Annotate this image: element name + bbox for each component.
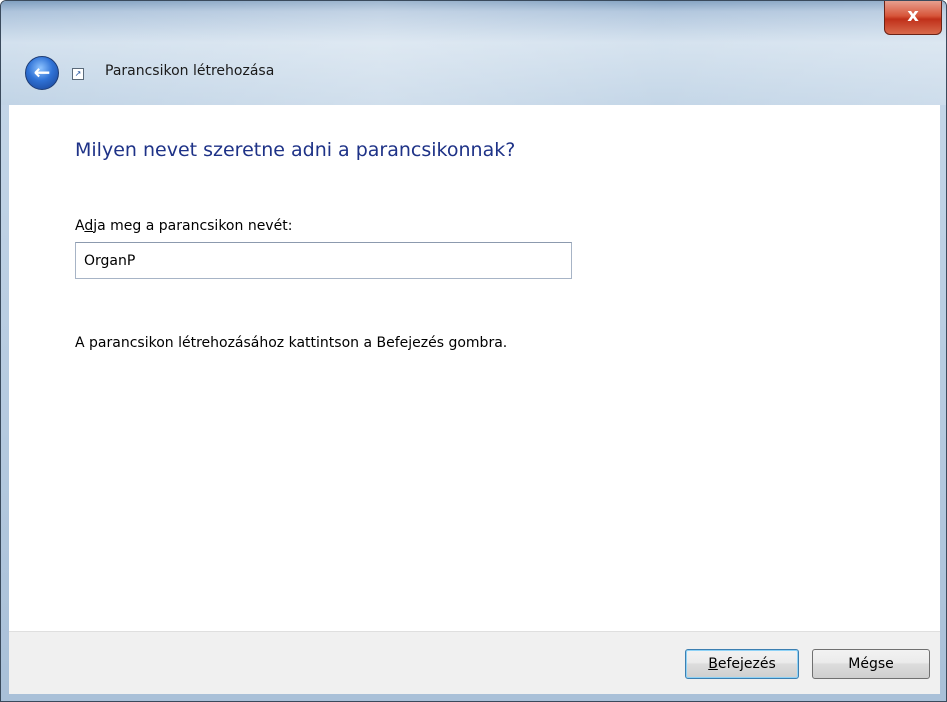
back-button[interactable]: ←	[25, 56, 59, 90]
wizard-window: x ← ↗ Parancsikon létrehozása Milyen nev…	[0, 0, 947, 702]
back-arrow-icon: ←	[33, 60, 51, 84]
wizard-title: Parancsikon létrehozása	[105, 63, 275, 79]
close-icon: x	[907, 5, 919, 26]
wizard-content: Milyen nevet szeretne adni a parancsikon…	[9, 105, 940, 631]
finish-button[interactable]: Befejezés	[685, 649, 799, 679]
shortcut-name-label: Adja meg a parancsikon nevét:	[75, 218, 293, 234]
button-bar: Befejezés Mégse	[9, 631, 940, 694]
shortcut-name-input[interactable]	[75, 242, 572, 279]
title-bar: x ← ↗ Parancsikon létrehozása	[1, 1, 946, 105]
page-heading: Milyen nevet szeretne adni a parancsikon…	[75, 139, 516, 161]
shortcut-icon: ↗	[72, 68, 84, 80]
cancel-button[interactable]: Mégse	[812, 649, 930, 679]
close-button[interactable]: x	[884, 1, 942, 35]
instruction-text: A parancsikon létrehozásához kattintson …	[75, 335, 508, 351]
